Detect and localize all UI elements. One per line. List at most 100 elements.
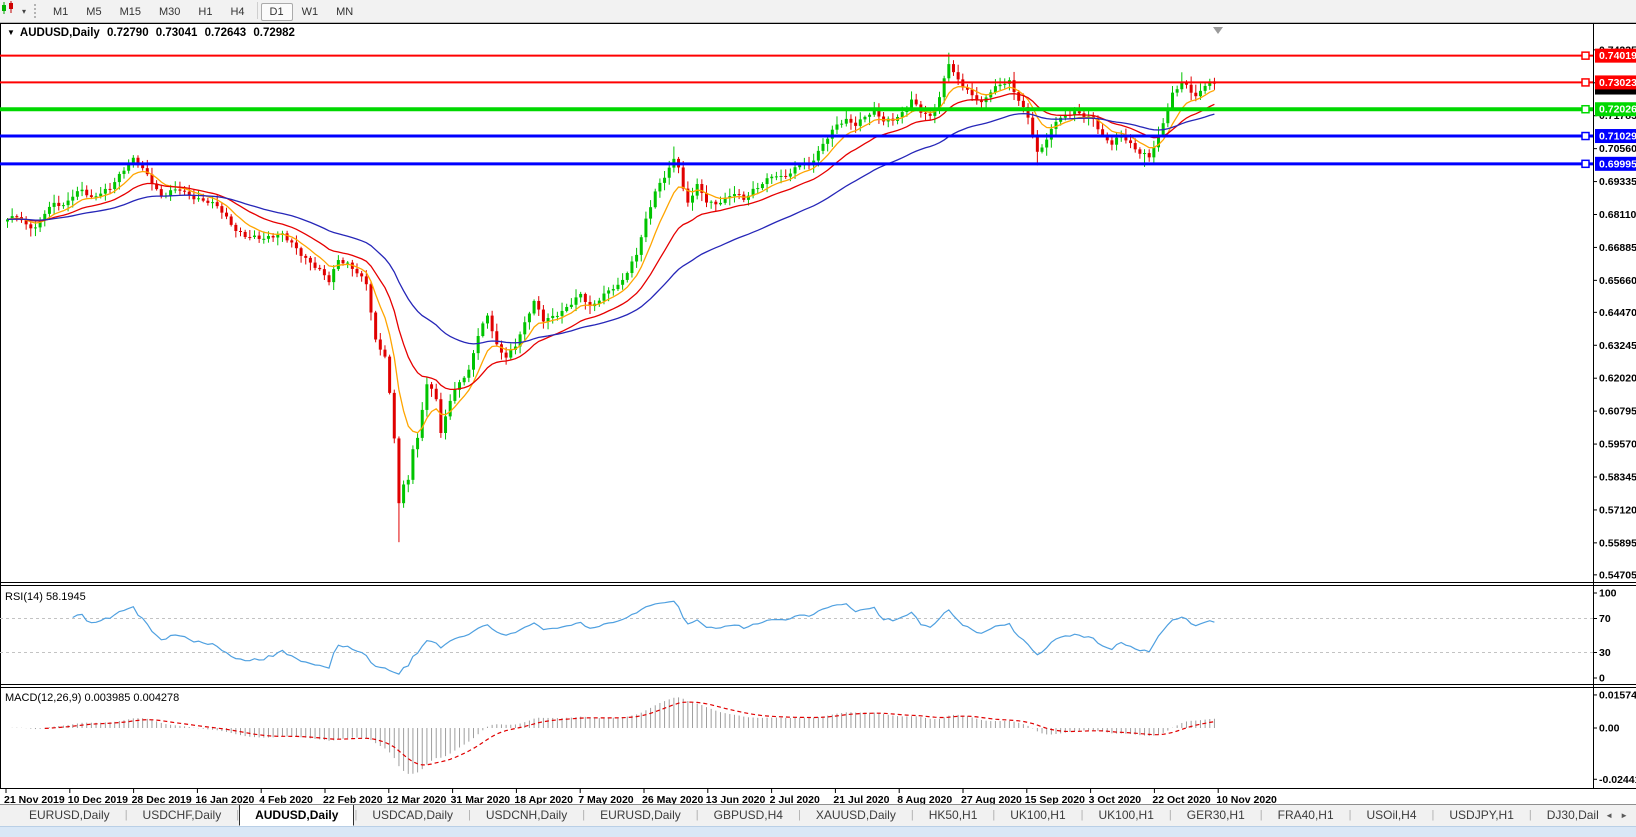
symbol-tab-usdcnh-daily[interactable]: USDCNH,Daily [471, 805, 582, 825]
price-tick-label: 0.65660 [1599, 275, 1636, 287]
level-handle[interactable] [1582, 79, 1589, 86]
chart-type-dropdown-caret[interactable]: ▾ [22, 7, 26, 16]
rsi-tick-label: 100 [1599, 588, 1617, 600]
price-tick-label: 0.59570 [1599, 439, 1636, 451]
macd-signal-line [45, 702, 1215, 765]
date-tick-label: 12 Mar 2020 [387, 794, 447, 804]
date-tick-label: 16 Jan 2020 [195, 794, 254, 804]
macd-tick-label: 0.00 [1599, 723, 1620, 735]
ohlc-high: 0.73041 [156, 27, 198, 39]
timeframe-button-m1[interactable]: M1 [44, 3, 77, 21]
collapse-caret-icon[interactable]: ▼ [7, 28, 15, 37]
level-handle[interactable] [1582, 52, 1589, 59]
symbol-tab-hk50-h1[interactable]: HK50,H1 [914, 805, 993, 825]
candles-layer [6, 53, 1216, 543]
level-price-label: 0.74019 [1599, 50, 1636, 62]
macd-tick-label: 0.015741 [1599, 689, 1636, 701]
date-tick-label: 7 May 2020 [578, 794, 634, 804]
timeframe-button-h1[interactable]: H1 [189, 3, 221, 21]
date-tick-label: 8 Aug 2020 [897, 794, 952, 804]
timeframe-button-mn[interactable]: MN [327, 3, 362, 21]
rsi-line [73, 601, 1215, 674]
symbol-tab-fra40-h1[interactable]: FRA40,H1 [1263, 805, 1349, 825]
date-tick-label: 3 Oct 2020 [1089, 794, 1142, 804]
symbol-tab-xauusd-daily[interactable]: XAUUSD,Daily [801, 805, 911, 825]
rsi-pane: 10070300RSI(14) 58.1945 [0, 588, 1617, 685]
level-handle[interactable] [1582, 160, 1589, 167]
toolbar-grip[interactable] [34, 4, 36, 18]
chart-ohlc-header: ▼ AUDUSD,Daily 0.72790 0.73041 0.72643 0.… [7, 27, 299, 39]
tabs-scroller: ◄ ► [1599, 805, 1634, 826]
timeframe-button-m5[interactable]: M5 [77, 3, 110, 21]
symbol-tab-usdcad-daily[interactable]: USDCAD,Daily [357, 805, 468, 825]
date-tick-label: 13 Jun 2020 [706, 794, 766, 804]
timeframe-button-h4[interactable]: H4 [221, 3, 253, 21]
level-price-label: 0.69995 [1599, 158, 1636, 170]
status-bar [0, 826, 1636, 837]
timeframe-toolbar: ▾ M1M5M15M30H1H4 D1W1MN [0, 0, 1636, 23]
date-tick-label: 15 Sep 2020 [1025, 794, 1085, 804]
level-handle[interactable] [1582, 106, 1589, 113]
date-tick-label: 27 Aug 2020 [961, 794, 1022, 804]
price-tick-label: 0.54705 [1599, 569, 1636, 581]
ma-mid-line [8, 94, 1215, 390]
chart-symbol-label: AUDUSD,Daily [20, 27, 100, 39]
date-tick-label: 4 Feb 2020 [259, 794, 313, 804]
symbol-tab-usoil-h4[interactable]: USOil,H4 [1352, 805, 1432, 825]
rsi-tick-label: 70 [1599, 613, 1611, 625]
date-tick-label: 28 Dec 2019 [132, 794, 192, 804]
level-handle[interactable] [1582, 133, 1589, 140]
price-tick-label: 0.68110 [1599, 209, 1636, 221]
symbol-tab-uk100-h1[interactable]: UK100,H1 [995, 805, 1080, 825]
chart-window: ▼ AUDUSD,Daily 0.72790 0.73041 0.72643 0.… [0, 23, 1636, 804]
level-price-label: 0.72026 [1599, 104, 1636, 116]
ohlc-open: 0.72790 [107, 27, 149, 39]
date-tick-label: 22 Oct 2020 [1152, 794, 1211, 804]
ohlc-close: 0.72982 [253, 27, 295, 39]
symbol-tab-usdchf-daily[interactable]: USDCHF,Daily [128, 805, 237, 825]
tabs-scroll-left-icon[interactable]: ◄ [1605, 811, 1613, 820]
symbol-tab-ger30-h1[interactable]: GER30,H1 [1172, 805, 1260, 825]
price-tick-label: 0.69335 [1599, 176, 1636, 188]
level-price-label: 0.71029 [1599, 131, 1636, 143]
price-tick-label: 0.62020 [1599, 373, 1636, 385]
symbol-tab-gbpusd-h4[interactable]: GBPUSD,H4 [699, 805, 798, 825]
chart-shift-marker-icon [1213, 27, 1223, 34]
chart-icon-glyph [0, 0, 16, 16]
symbol-tab-eurusd-daily[interactable]: EURUSD,Daily [585, 805, 696, 825]
timeframe-button-w1[interactable]: W1 [293, 3, 328, 21]
date-tick-label: 21 Jul 2020 [833, 794, 889, 804]
timeframe-buttons: M1M5M15M30H1H4 D1W1MN [44, 2, 362, 21]
price-tick-label: 0.55895 [1599, 537, 1636, 549]
rsi-label: RSI(14) 58.1945 [5, 591, 86, 603]
price-axis: 0.742350.730100.717850.705600.693350.681… [1593, 44, 1636, 581]
tabs-scroll-right-icon[interactable]: ► [1620, 811, 1628, 820]
price-tick-label: 0.70560 [1599, 143, 1636, 155]
symbol-tab-uk100-h1[interactable]: UK100,H1 [1084, 805, 1169, 825]
timeframe-button-m15[interactable]: M15 [111, 3, 150, 21]
price-tick-label: 0.58345 [1599, 471, 1636, 483]
price-tick-label: 0.64470 [1599, 307, 1636, 319]
date-tick-label: 22 Feb 2020 [323, 794, 383, 804]
date-tick-label: 2 Jul 2020 [770, 794, 820, 804]
price-tick-label: 0.60795 [1599, 406, 1636, 418]
date-tick-label: 10 Dec 2019 [68, 794, 128, 804]
date-tick-label: 10 Nov 2020 [1216, 794, 1277, 804]
chart-frame [0, 23, 1636, 789]
timeframe-button-d1[interactable]: D1 [261, 3, 293, 21]
chart-icon[interactable] [3, 3, 21, 19]
level-price-label: 0.73023 [1599, 77, 1636, 89]
symbol-tab-usdjpy-h1[interactable]: USDJPY,H1 [1434, 805, 1528, 825]
ohlc-low: 0.72643 [205, 27, 247, 39]
macd-tick-label: -0.024412 [1599, 774, 1636, 786]
price-tick-label: 0.57120 [1599, 504, 1636, 516]
symbol-tab-audusd-daily[interactable]: AUDUSD,Daily [239, 804, 354, 826]
price-tick-label: 0.66885 [1599, 242, 1636, 254]
macd-pane: 0.0157410.00-0.024412MACD(12,26,9) 0.003… [5, 689, 1636, 785]
toolbar-separator [257, 2, 258, 19]
horizontal-levels-layer [0, 52, 1593, 167]
chart-tabs: EURUSD,Daily|USDCHF,Daily|AUDUSD,Daily|U… [0, 805, 1636, 826]
price-chart-canvas: 10070300RSI(14) 58.19450.0157410.00-0.02… [0, 23, 1636, 804]
symbol-tab-eurusd-daily[interactable]: EURUSD,Daily [14, 805, 125, 825]
timeframe-button-m30[interactable]: M30 [150, 3, 189, 21]
